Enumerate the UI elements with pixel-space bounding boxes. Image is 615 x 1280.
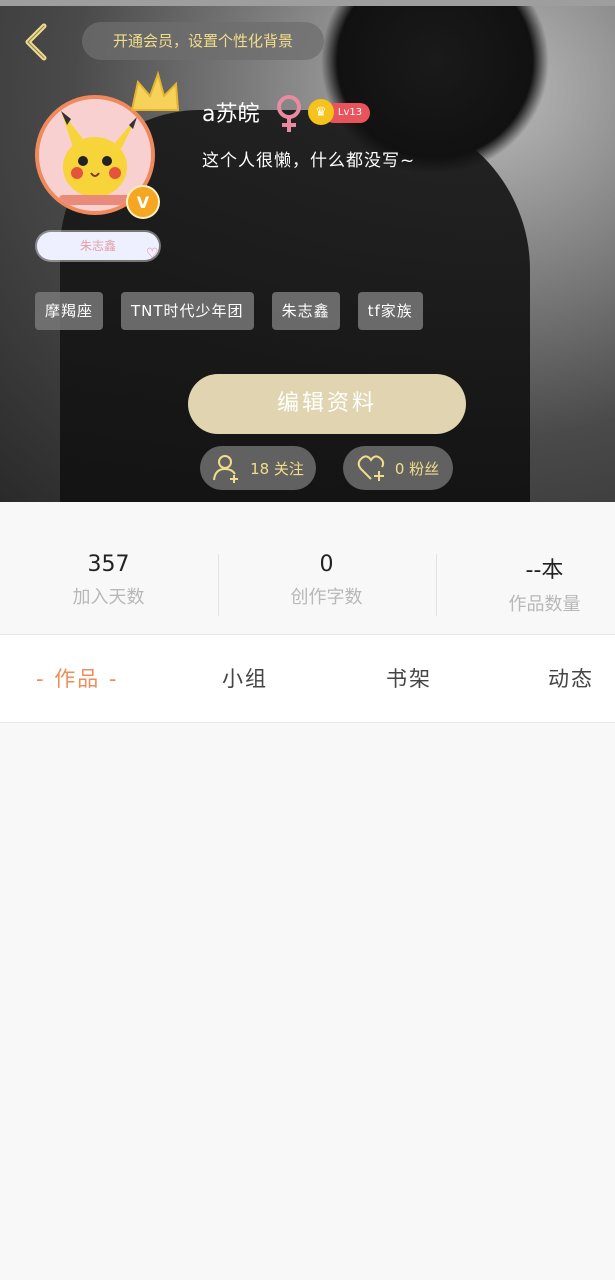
tab-activity[interactable]: 动态: [548, 663, 594, 693]
stat-divider: [218, 554, 219, 616]
back-button[interactable]: [16, 20, 60, 64]
level-crown-icon: ♛: [308, 99, 334, 125]
stat-label: 创作字数: [290, 587, 363, 608]
stat-label: 加入天数: [72, 587, 145, 608]
heart-icon: ♡: [146, 246, 159, 262]
back-arrow-icon: [25, 23, 47, 61]
tab-groups[interactable]: 小组: [222, 663, 268, 693]
fan-tag[interactable]: 朱志鑫: [37, 232, 159, 260]
username: a苏皖: [202, 102, 260, 127]
profile-tabs: - 作品 - 小组 书架 动态: [0, 635, 615, 723]
followers-count: 0 粉丝: [394, 459, 440, 478]
add-friend-icon: [213, 455, 239, 483]
bio-text: 这个人很懒，什么都没写~: [202, 151, 416, 171]
stat-word-count: 0 创作字数: [224, 552, 429, 609]
level-badge[interactable]: Lv13 ♛: [308, 99, 370, 125]
profile-tags: 摩羯座 TNT时代少年团 朱志鑫 tf家族: [35, 292, 423, 330]
following-count: 18 关注: [250, 459, 304, 478]
vip-background-banner[interactable]: 开通会员，设置个性化背景: [82, 22, 324, 60]
tag-item[interactable]: tf家族: [357, 292, 423, 330]
verified-badge: V: [126, 185, 160, 219]
tab-content-area: [0, 723, 615, 1280]
followers-button[interactable]: 0 粉丝: [343, 446, 453, 490]
crown-icon: [130, 70, 180, 111]
tag-item[interactable]: 摩羯座: [35, 292, 104, 330]
stat-value: --本: [525, 558, 564, 583]
following-button[interactable]: 18 关注: [200, 446, 316, 490]
edit-profile-button[interactable]: 编辑资料: [188, 374, 466, 434]
heart-plus-icon: [357, 455, 384, 481]
stat-label: 作品数量: [508, 594, 581, 615]
tab-works[interactable]: - 作品 -: [36, 663, 119, 693]
tag-item[interactable]: TNT时代少年团: [121, 292, 254, 330]
stats-section: 357 加入天数 0 创作字数 --本 作品数量: [0, 502, 615, 635]
tag-item[interactable]: 朱志鑫: [271, 292, 340, 330]
tab-bookshelf[interactable]: 书架: [386, 663, 432, 693]
stat-value: 0: [319, 552, 334, 577]
stat-works-count: --本 作品数量: [442, 552, 615, 616]
profile-header: 开通会员，设置个性化背景 V 朱志鑫 ♡ a苏皖 Lv13 ♛ 这个人很懒，什么: [0, 0, 615, 502]
stat-value: 357: [87, 552, 130, 577]
stat-divider: [436, 554, 437, 616]
stat-join-days: 357 加入天数: [6, 552, 211, 609]
status-bar-strip: [0, 0, 615, 6]
female-symbol-icon: [277, 95, 301, 132]
